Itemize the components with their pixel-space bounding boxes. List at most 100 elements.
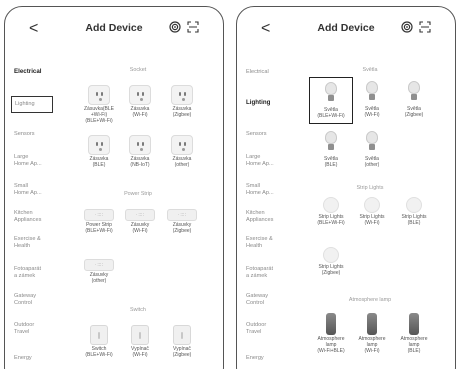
phone-screen-electrical: < Add Device Electrical Lighting Sensors La… — [4, 6, 224, 369]
qr-scan-icon[interactable] — [187, 21, 199, 33]
category-item[interactable]: Outdoor Travel — [14, 322, 66, 335]
device-option-label: Switch (BLE+Wi-Fi) — [85, 346, 113, 358]
strip-light-icon — [323, 197, 339, 213]
category-item[interactable]: Large Home Ap... — [246, 154, 298, 167]
category-item[interactable]: Kitchen Appliances — [246, 210, 298, 223]
device-option[interactable]: Strip Lights (BLE) — [394, 197, 434, 227]
category-item[interactable]: Large Home Ap... — [14, 154, 66, 167]
header: < Add Device — [237, 19, 455, 41]
device-option[interactable]: Switch (BLE+Wi-Fi) — [79, 325, 119, 359]
device-option-label: Atmosphere lamp (Wi-Fi+BLE) — [317, 336, 345, 354]
device-option[interactable]: · ∷∷ Zásuvky (Wi-Fi) — [120, 205, 160, 235]
device-option-label: Zásuvky (other) — [89, 272, 109, 284]
device-option[interactable]: Světla (BLE+Wi-Fi) — [309, 77, 353, 124]
device-option[interactable]: Světla (Wi-Fi) — [352, 81, 392, 119]
device-option[interactable]: Atmosphere lamp (Wi-Fi) — [352, 313, 392, 354]
device-option[interactable]: Zásuvka (Zigbee) — [162, 85, 202, 119]
bulb-icon — [406, 81, 422, 105]
device-option[interactable]: Strip Lights (Wi-Fi) — [352, 197, 392, 227]
category-item[interactable]: Fotoaparát a zámek — [14, 266, 66, 279]
switch-icon — [131, 325, 149, 345]
device-option-label: Vypínač (Zigbee) — [172, 346, 192, 358]
device-option-label: Zásuvka(BLE +Wi-Fi) (BLE+Wi-Fi) — [83, 106, 114, 124]
device-option[interactable]: Atmosphere lamp (BLE) — [394, 313, 434, 354]
strip-light-icon — [323, 247, 339, 263]
bulb-icon — [364, 131, 380, 155]
socket-icon — [88, 85, 110, 105]
device-option[interactable]: Strip Lights (BLE+Wi-Fi) — [311, 197, 351, 227]
socket-icon — [88, 135, 110, 155]
bulb-icon — [323, 131, 339, 155]
category-item[interactable]: Small Home Ap... — [14, 183, 66, 196]
section-title-lights: Světla — [362, 67, 378, 73]
switch-icon — [173, 325, 191, 345]
socket-icon — [171, 85, 193, 105]
device-option-label: Atmosphere lamp (Wi-Fi) — [358, 336, 386, 354]
device-option[interactable]: Světla (Zigbee) — [394, 81, 434, 119]
power-strip-icon: · ∷∷ — [167, 209, 197, 221]
device-option[interactable]: Vypínač (Wi-Fi) — [120, 325, 160, 359]
device-option-label: Světla (other) — [364, 156, 380, 168]
device-option-label: Zásuvka (NB-IoT) — [130, 156, 150, 168]
category-item[interactable]: Exercise & Health — [14, 236, 66, 249]
atmosphere-lamp-icon — [367, 313, 377, 335]
device-option-label: Power Strip (BLE+Wi-Fi) — [85, 222, 113, 234]
category-item[interactable]: Sensors — [14, 131, 66, 138]
device-option-label: Zásuvka (other) — [172, 156, 192, 168]
device-option[interactable]: Zásuvka (NB-IoT) — [120, 135, 160, 169]
category-item[interactable]: Kitchen Appliances — [14, 210, 66, 223]
socket-icon — [171, 135, 193, 155]
device-option[interactable]: Vypínač (Zigbee) — [162, 325, 202, 359]
device-option-label: Světla (BLE) — [324, 156, 338, 168]
device-option-label: Světla (BLE+Wi-Fi) — [317, 107, 345, 119]
section-title-strip-lights: Strip Lights — [356, 185, 384, 191]
device-option-label: Vypínač (Wi-Fi) — [131, 346, 149, 358]
socket-icon — [129, 85, 151, 105]
power-strip-icon: · ∷∷ — [125, 209, 155, 221]
category-item[interactable]: Gateway Control — [14, 293, 66, 306]
category-item[interactable]: Electrical — [246, 69, 298, 76]
header: < Add Device — [5, 19, 223, 41]
category-item[interactable]: Gateway Control — [246, 293, 298, 306]
category-item[interactable]: Exercise & Health — [246, 236, 298, 249]
device-option-label: Světla (Zigbee) — [404, 106, 424, 118]
category-item[interactable]: Electrical — [14, 68, 66, 76]
bulb-icon — [364, 81, 380, 105]
device-option[interactable]: Světla (BLE) — [311, 131, 351, 169]
device-option[interactable]: · ∷∷ Zásuvky (Zigbee) — [162, 205, 202, 235]
qr-scan-icon[interactable] — [419, 21, 431, 33]
section-title-switch: Switch — [130, 307, 146, 313]
device-option-label: Atmosphere lamp (BLE) — [400, 336, 428, 354]
device-option[interactable]: Atmosphere lamp (Wi-Fi+BLE) — [311, 313, 351, 354]
atmosphere-lamp-icon — [326, 313, 336, 335]
device-option[interactable]: Světla (other) — [352, 131, 392, 169]
device-option-label: Zásuvka (Wi-Fi) — [130, 106, 150, 118]
wifi-scan-icon[interactable] — [401, 21, 413, 33]
device-option[interactable]: Zásuvka(BLE +Wi-Fi) (BLE+Wi-Fi) — [79, 85, 119, 124]
strip-light-icon — [364, 197, 380, 213]
section-title-power-strip: Power Strip — [124, 191, 152, 197]
device-option[interactable]: Zásuvka (Wi-Fi) — [120, 85, 160, 119]
device-option-label: Strip Lights (BLE+Wi-Fi) — [317, 214, 345, 226]
device-option-label: Zásuvka (Zigbee) — [172, 106, 192, 118]
wifi-scan-icon[interactable] — [169, 21, 181, 33]
category-item[interactable]: Energy — [246, 355, 298, 362]
bulb-icon — [323, 82, 339, 106]
device-option[interactable]: · ∷∷ Power Strip (BLE+Wi-Fi) — [79, 205, 119, 235]
category-item[interactable]: Lighting — [11, 96, 53, 113]
category-item[interactable]: Energy — [14, 355, 66, 362]
power-strip-icon: · ∷∷ — [84, 259, 114, 271]
category-item[interactable]: Fotoaparát a zámek — [246, 266, 298, 279]
switch-icon — [90, 325, 108, 345]
category-item[interactable]: Small Home Ap... — [246, 183, 298, 196]
category-item[interactable]: Sensors — [246, 131, 298, 138]
device-option[interactable]: Zásuvka (BLE) — [79, 135, 119, 169]
category-item[interactable]: Lighting — [246, 99, 298, 107]
category-item[interactable]: Outdoor Travel — [246, 322, 298, 335]
strip-light-icon — [406, 197, 422, 213]
device-option[interactable]: · ∷∷ Zásuvky (other) — [79, 255, 119, 285]
device-option[interactable]: Strip Lights (Zigbee) — [311, 247, 351, 277]
section-title-atmosphere-lamp: Atmosphere lamp — [348, 297, 392, 303]
device-option-label: Strip Lights (Wi-Fi) — [359, 214, 385, 226]
device-option[interactable]: Zásuvka (other) — [162, 135, 202, 169]
